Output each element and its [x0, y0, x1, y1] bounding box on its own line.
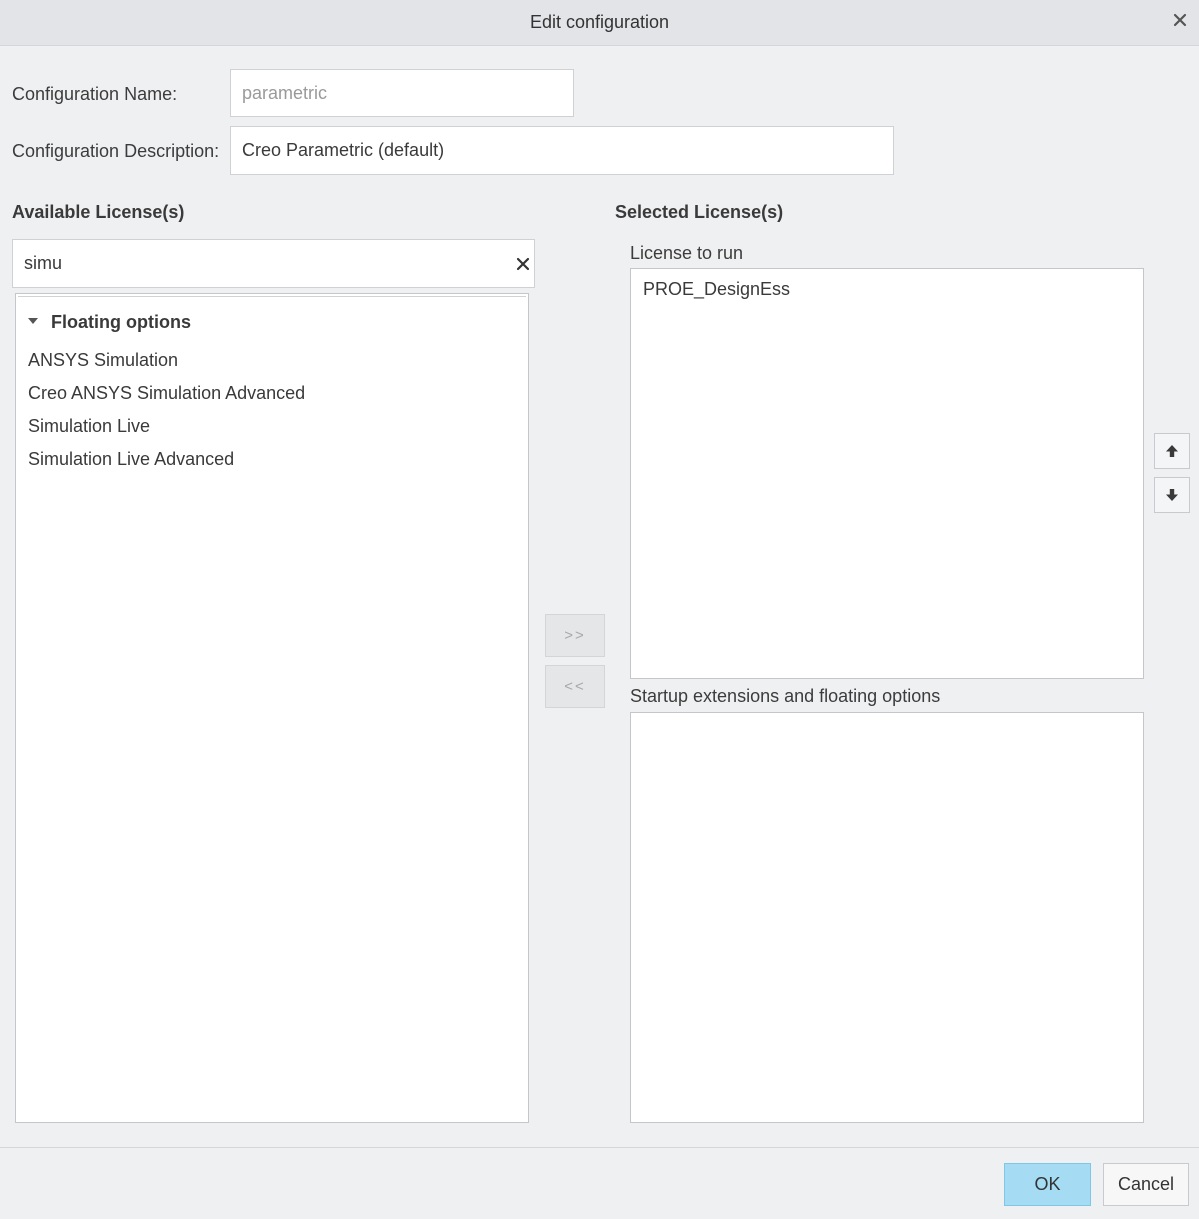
cancel-button[interactable]: Cancel	[1103, 1163, 1189, 1206]
clear-search-icon[interactable]	[514, 255, 532, 273]
list-item[interactable]: Simulation Live Advanced	[28, 449, 234, 470]
list-item[interactable]: Creo ANSYS Simulation Advanced	[28, 383, 305, 404]
close-icon[interactable]	[1172, 12, 1188, 28]
remove-license-button[interactable]: <<	[545, 665, 605, 708]
license-search-value: simu	[24, 253, 63, 273]
available-licenses-list[interactable]: Floating options ANSYS Simulation Creo A…	[15, 293, 529, 1123]
add-license-button[interactable]: >>	[545, 614, 605, 657]
footer-divider	[0, 1147, 1199, 1148]
ok-button[interactable]: OK	[1004, 1163, 1091, 1206]
license-to-run-list[interactable]: PROE_DesignEss	[630, 268, 1144, 679]
list-item[interactable]: PROE_DesignEss	[643, 279, 790, 300]
edit-configuration-dialog: Edit configuration Configuration Name: p…	[0, 0, 1199, 1219]
configuration-description-field[interactable]: Creo Parametric (default)	[230, 126, 894, 175]
configuration-name-field: parametric	[230, 69, 574, 117]
move-down-button[interactable]	[1154, 477, 1190, 513]
list-item[interactable]: ANSYS Simulation	[28, 350, 178, 371]
license-search-input[interactable]: simu	[12, 239, 535, 288]
floating-options-group[interactable]: Floating options	[28, 312, 191, 333]
list-top-divider	[18, 296, 526, 297]
arrow-up-icon	[1166, 445, 1178, 457]
available-licenses-heading: Available License(s)	[12, 202, 185, 222]
title-bar: Edit configuration	[0, 0, 1199, 46]
dialog-title: Edit configuration	[529, 12, 670, 32]
arrow-down-icon	[1166, 489, 1178, 501]
selected-licenses-heading: Selected License(s)	[615, 202, 784, 222]
list-item[interactable]: Simulation Live	[28, 416, 150, 437]
license-to-run-label: License to run	[630, 243, 744, 263]
startup-extensions-list[interactable]	[630, 712, 1144, 1123]
floating-options-label: Floating options	[51, 312, 191, 332]
triangle-down-icon[interactable]	[28, 318, 38, 325]
startup-extensions-label: Startup extensions and floating options	[630, 686, 941, 706]
configuration-description-label: Configuration Description:	[12, 141, 220, 161]
configuration-name-label: Configuration Name:	[12, 84, 178, 104]
move-up-button[interactable]	[1154, 433, 1190, 469]
